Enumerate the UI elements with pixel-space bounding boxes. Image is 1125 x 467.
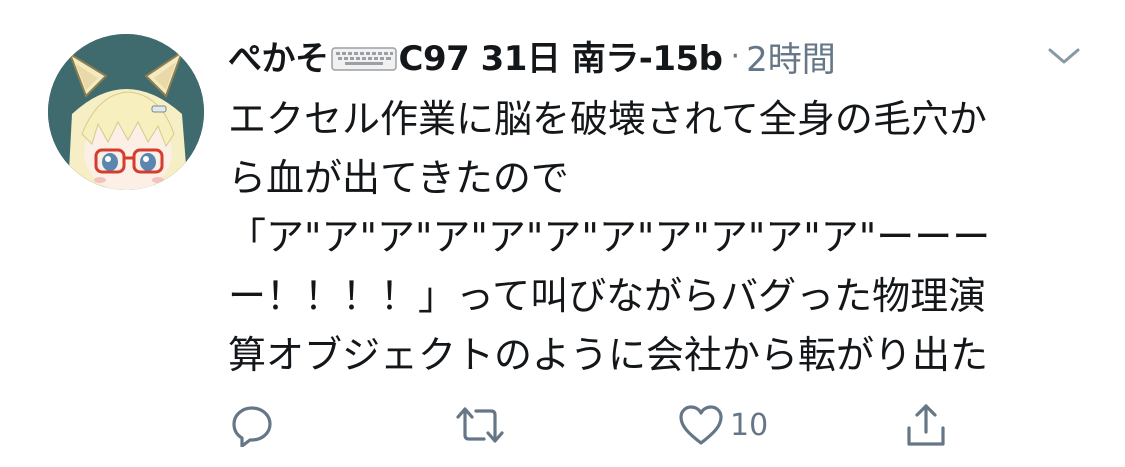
display-name[interactable]: ぺかそ C97 31日 南ラ-15b <box>228 31 723 81</box>
tweet-actions: 10 <box>228 400 1028 450</box>
tweet-text-line: ら血が出てきたので <box>228 156 569 200</box>
like-count: 10 <box>730 407 769 443</box>
share-button[interactable] <box>904 400 948 450</box>
reply-button[interactable] <box>230 400 274 450</box>
chevron-down-icon[interactable] <box>1046 44 1082 68</box>
tweet-text-line: エクセル作業に脳を破壊されて全身の毛穴か <box>228 97 987 141</box>
display-name-part2: C97 31日 南ラ-15b <box>398 39 724 80</box>
tweet-card[interactable]: ぺかそ C97 31日 南ラ-15b · 2時間 エクセル作業に脳を破壊されて全… <box>0 0 1125 467</box>
heart-icon <box>679 405 723 445</box>
display-name-part1: ぺかそ <box>228 39 329 80</box>
retweet-icon <box>456 407 504 443</box>
separator-dot: · <box>730 38 741 74</box>
like-button[interactable]: 10 <box>678 400 768 450</box>
keyboard-icon <box>330 41 397 81</box>
tweet-text: エクセル作業に脳を破壊されて全身の毛穴か ら血が出てきたので 「ア"ア"ア"ア"… <box>228 90 1078 385</box>
tweet-text-line: 「ア"ア"ア"ア"ア"ア"ア"ア"ア"ア"ア"ーーー <box>228 215 991 259</box>
avatar[interactable] <box>48 34 204 190</box>
tweet-text-line: 算オブジェクトのように会社から転がり出た <box>228 333 989 377</box>
tweet-header: ぺかそ C97 31日 南ラ-15b · 2時間 <box>228 30 1078 82</box>
share-icon <box>907 404 945 446</box>
timestamp[interactable]: 2時間 <box>746 32 836 81</box>
tweet-content: ぺかそ C97 31日 南ラ-15b · 2時間 エクセル作業に脳を破壊されて全… <box>228 30 1080 385</box>
avatar-image <box>48 34 204 190</box>
retweet-button[interactable] <box>454 400 506 450</box>
reply-icon <box>232 406 272 447</box>
tweet-text-line: ー！！！！」って叫びながらバグった物理演 <box>228 274 987 318</box>
